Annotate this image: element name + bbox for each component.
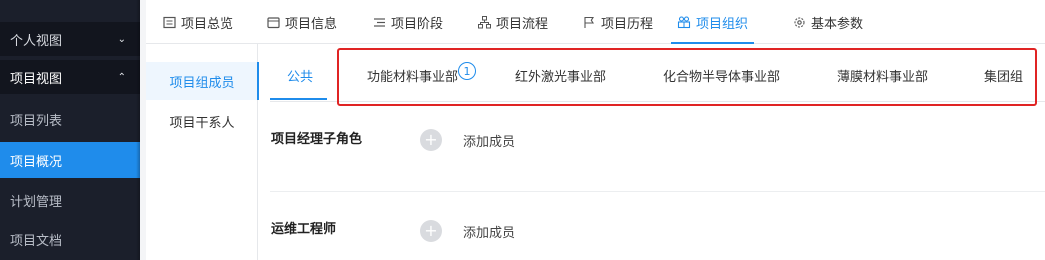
tab-label: 项目阶段 [391,16,444,32]
gear-icon [792,15,806,29]
sidebar: 个人视图 ⌄ 项目视图 ⌃ 项目列表 项目概况 计划管理 项目文档 [0,0,140,260]
sidebar-item-label: 计划管理 [10,194,63,210]
section-divider [270,191,1045,192]
tab-label: 项目流程 [496,16,549,32]
sidebar-item-project-list[interactable]: 项目列表 [0,102,140,136]
sidebar-item-label: 项目文档 [10,233,63,249]
add-member-label[interactable]: 添加成员 [463,131,515,150]
tab-basic-params[interactable]: 基本参数 [792,0,863,44]
tab-project-stage[interactable]: 项目阶段 [372,0,443,44]
tab-functional-materials[interactable]: 功能材料事业部 [367,66,458,85]
tab-label: 项目组织 [696,16,749,32]
role-title-pm-subrole: 项目经理子角色 [271,132,363,147]
tab-project-overview[interactable]: 项目总览 [162,0,233,44]
sidebar-item-label: 项目列表 [10,113,63,129]
tab-public[interactable]: 公共 [287,66,313,85]
chevron-down-icon: ⌄ [117,33,126,45]
stage-icon [372,15,386,29]
tab-infrared-laser[interactable]: 红外激光事业部 [515,66,606,85]
tab-thin-film-materials[interactable]: 薄膜材料事业部 [837,66,928,85]
tab-project-flow[interactable]: 项目流程 [477,0,548,44]
tab-label: 项目总览 [181,16,234,32]
flag-icon [582,15,596,29]
tab-project-history[interactable]: 项目历程 [582,0,653,44]
tab-label: 基本参数 [811,16,864,32]
chevron-up-icon: ⌃ [117,71,126,83]
active-tab-indicator [270,98,327,100]
flow-icon [477,15,491,29]
tab-project-organization[interactable]: 项目组织 [670,0,755,44]
tab-group[interactable]: 集团组 [984,66,1023,85]
notification-badge: 1 [458,62,476,80]
sidebar-item-project-overview[interactable]: 项目概况 [0,142,140,178]
tab-label: 项目信息 [285,16,338,32]
nav-project-members[interactable]: 项目组成员 [146,62,259,100]
tab-label: 项目历程 [601,16,654,32]
sidebar-item-project-view[interactable]: 项目视图 ⌃ [0,60,140,94]
sidebar-item-project-docs[interactable]: 项目文档 [0,222,140,256]
tabs-divider [270,101,1045,102]
tab-compound-semiconductor[interactable]: 化合物半导体事业部 [663,66,780,85]
sidebar-item-label: 项目视图 [10,71,63,87]
add-member-button[interactable]: + [420,129,442,151]
member-nav: 项目组成员 项目干系人 [146,44,259,260]
info-icon [266,15,280,29]
sidebar-item-label: 项目概况 [10,154,63,170]
plus-icon: + [424,130,438,149]
sidebar-item-plan-management[interactable]: 计划管理 [0,183,140,217]
org-icon [677,15,691,29]
sidebar-item-label: 个人视图 [10,33,63,49]
department-tabs: 公共 功能材料事业部 1 红外激光事业部 化合物半导体事业部 薄膜材料事业部 集… [270,44,1045,100]
overview-icon [162,15,176,29]
add-member-button[interactable]: + [420,220,442,242]
sidebar-item-personal-view[interactable]: 个人视图 ⌄ [0,22,140,56]
top-tab-bar: 项目总览 项目信息 项目阶段 项目流程 项目历程 项目组织 基本参数 [146,0,1045,44]
add-member-label[interactable]: 添加成员 [463,222,515,241]
nav-label: 项目干系人 [169,115,235,131]
sidebar-shadow [136,0,140,260]
tab-project-info[interactable]: 项目信息 [266,0,337,44]
plus-icon: + [424,221,438,240]
role-title-ops-engineer: 运维工程师 [271,222,337,237]
nav-stakeholders[interactable]: 项目干系人 [146,102,258,140]
nav-label: 项目组成员 [169,75,235,91]
